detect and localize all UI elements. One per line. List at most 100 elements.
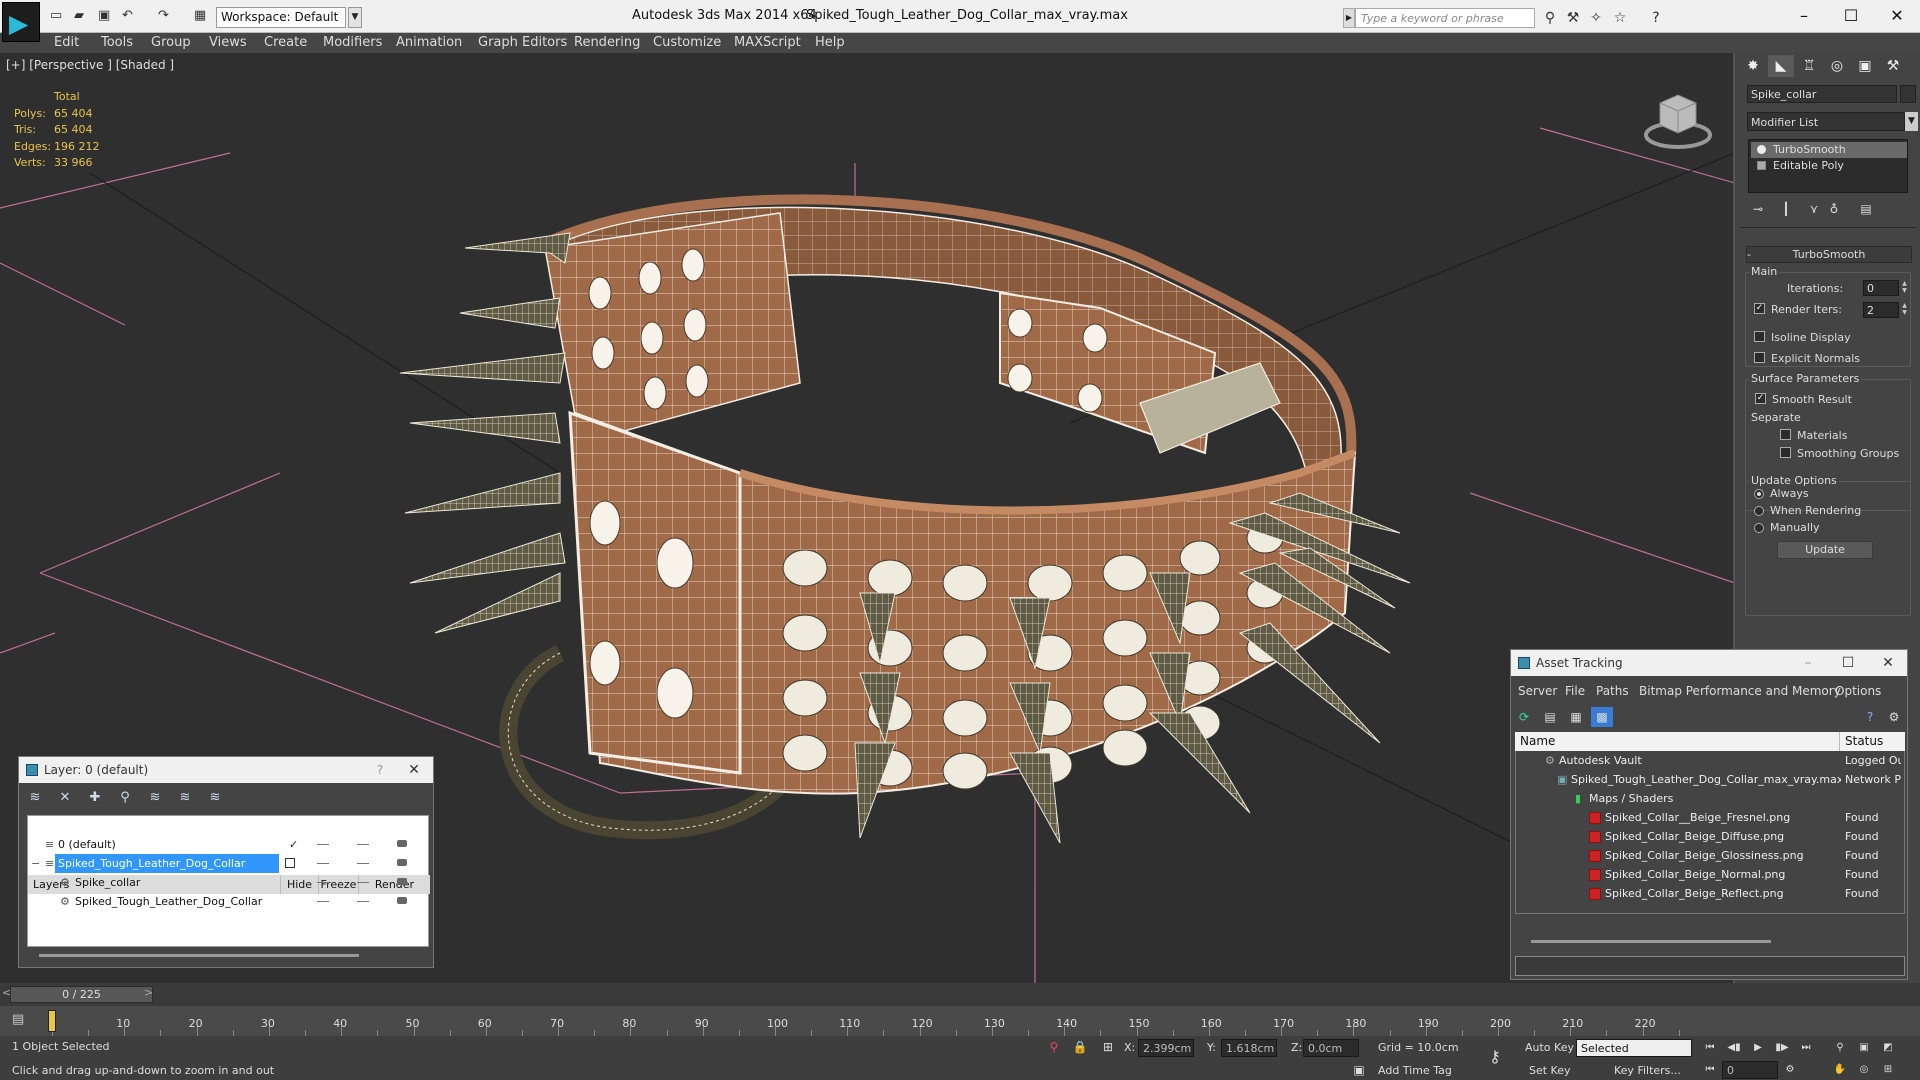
isoline-display-checkbox[interactable]	[1754, 331, 1765, 342]
asset-path-field[interactable]	[1515, 956, 1905, 976]
search-expand-icon[interactable]: ▶	[1343, 8, 1355, 28]
menu-tools[interactable]: Tools	[101, 35, 133, 50]
layer-row[interactable]: ≡ 0 (default) ✓	[27, 835, 429, 854]
lightbulb-icon[interactable]	[1757, 145, 1766, 154]
minimize-icon[interactable]: –	[1783, 2, 1825, 30]
menu-graph-editors[interactable]: Graph Editors	[478, 35, 567, 50]
at-menu-options[interactable]: Options	[1835, 684, 1881, 698]
hide-all-layers-icon[interactable]: ≋	[174, 788, 196, 808]
absolute-mode-icon[interactable]: ⊞	[1099, 1038, 1117, 1056]
layer-row[interactable]: ⚙ Spiked_Tough_Leather_Dog_Collar	[27, 892, 429, 911]
set-key-button[interactable]: Set Key	[1529, 1064, 1571, 1077]
freeze-all-layers-icon[interactable]: ≋	[204, 788, 226, 808]
turbosmooth-rollout-header[interactable]: TurboSmooth	[1746, 246, 1912, 263]
next-key-icon[interactable]: ▮▶	[1772, 1039, 1792, 1057]
undo-icon[interactable]: ↶	[122, 8, 133, 26]
utilities-tab-icon[interactable]: ⚒	[1880, 55, 1906, 77]
favorites-star-icon[interactable]: ☆	[1610, 8, 1630, 28]
key-filters-button[interactable]: Key Filters...	[1614, 1064, 1681, 1077]
go-to-end-icon[interactable]: ⏭	[1796, 1039, 1816, 1057]
update-always-radio[interactable]	[1754, 489, 1764, 499]
save-file-icon[interactable]: ▣	[98, 8, 110, 26]
track-bar[interactable]: ▤ 10 20 30 40 50 60 70 80 90 100 110 120 130 140 150 16…	[0, 1006, 1920, 1036]
render-teapot-icon[interactable]	[397, 859, 407, 866]
workspace-dropdown[interactable]: Workspace: Default	[216, 7, 346, 28]
menu-customize[interactable]: Customize	[653, 35, 721, 50]
subscription-icon[interactable]: ⚒	[1563, 8, 1583, 28]
asset-row[interactable]: Spiked_Collar_Beige_Diffuse.png Found	[1515, 827, 1900, 846]
binoculars-icon[interactable]: ⚲	[1540, 8, 1560, 28]
modifier-list-arrow-icon[interactable]: ▼	[1905, 112, 1918, 131]
app-menu-button[interactable]: ▶	[2, 2, 40, 42]
render-iters-spinner[interactable]: 2	[1863, 302, 1899, 318]
object-color-swatch[interactable]	[1900, 85, 1916, 103]
pin-stack-icon[interactable]: ⊸	[1747, 199, 1769, 219]
asset-row[interactable]: Spiked_Collar_Beige_Reflect.png Found	[1515, 884, 1900, 903]
zoom-extents-icon[interactable]: ▣	[1854, 1039, 1874, 1057]
explicit-normals-checkbox[interactable]	[1754, 352, 1765, 363]
workspace-dropdown-arrow-icon[interactable]: ▼	[348, 7, 362, 28]
pan-icon[interactable]: ✋	[1830, 1061, 1850, 1079]
display-tab-icon[interactable]: ▣	[1852, 55, 1878, 77]
modifier-list-dropdown[interactable]: Modifier List	[1747, 112, 1905, 131]
asset-row[interactable]: Spiked_Collar_Beige_Glossiness.png Found	[1515, 846, 1900, 865]
y-coordinate-field[interactable]: 1.618cm	[1221, 1039, 1277, 1057]
layer-dialog-close-icon[interactable]: ✕	[399, 757, 429, 783]
add-time-tag[interactable]: Add Time Tag	[1378, 1064, 1452, 1077]
key-mode-icon[interactable]: ⏮	[1700, 1061, 1720, 1079]
previous-key-icon[interactable]: ◀▮	[1724, 1039, 1744, 1057]
help-icon[interactable]: ?	[1646, 8, 1666, 28]
at-menu-bitmap-performance[interactable]: Bitmap Performance and Memory	[1639, 684, 1841, 698]
hierarchy-tab-icon[interactable]: ♖	[1796, 55, 1822, 77]
asset-row[interactable]: ▮ Maps / Shaders	[1515, 789, 1900, 808]
menu-views[interactable]: Views	[209, 35, 247, 50]
list-view-icon[interactable]: ▤	[1539, 707, 1561, 727]
layer-dialog-help-icon[interactable]: ?	[365, 757, 395, 783]
zoom-icon[interactable]: ⚲	[1830, 1039, 1850, 1057]
time-tag-icon[interactable]: ▣	[1350, 1061, 1368, 1079]
table-view-icon[interactable]: ▦	[1565, 707, 1587, 727]
configure-modifier-sets-icon[interactable]: ▤	[1855, 199, 1877, 219]
field-of-view-icon[interactable]: ◩	[1878, 1039, 1898, 1057]
remove-modifier-icon[interactable]: ♁	[1823, 199, 1845, 219]
at-menu-file[interactable]: File	[1565, 684, 1585, 698]
go-to-start-icon[interactable]: ⏮	[1700, 1039, 1720, 1057]
menu-maxscript[interactable]: MAXScript	[734, 35, 801, 50]
menu-animation[interactable]: Animation	[396, 35, 462, 50]
asset-row[interactable]: Spiked_Collar__Beige_Fresnel.png Found	[1515, 808, 1900, 827]
layer-row[interactable]: − ≡ Spiked_Tough_Leather_Dog_Collar	[27, 854, 429, 873]
menu-group[interactable]: Group	[151, 35, 191, 50]
set-current-layer-box[interactable]	[285, 858, 295, 868]
iterations-spinner[interactable]: 0	[1863, 280, 1899, 296]
orbit-icon[interactable]: ◎	[1854, 1061, 1874, 1079]
time-slider[interactable]: 0 / 225	[10, 986, 153, 1003]
close-icon[interactable]: ✕	[1876, 2, 1918, 30]
play-icon[interactable]: ▶	[1748, 1039, 1768, 1057]
menu-modifiers[interactable]: Modifiers	[323, 35, 382, 50]
at-menu-paths[interactable]: Paths	[1596, 684, 1629, 698]
time-marker[interactable]	[48, 1010, 56, 1032]
status-column-header[interactable]: Status	[1839, 732, 1905, 751]
materials-checkbox[interactable]	[1780, 429, 1791, 440]
settings-icon[interactable]: ⚙	[1883, 707, 1905, 727]
refresh-icon[interactable]: ⟳	[1513, 707, 1535, 727]
new-file-icon[interactable]: ▭	[50, 8, 62, 26]
delete-layer-icon[interactable]: ✕	[54, 788, 76, 808]
asset-tracking-minimize-icon[interactable]: –	[1793, 650, 1823, 676]
menu-help[interactable]: Help	[815, 35, 845, 50]
stack-item-editable-poly[interactable]: Editable Poly	[1751, 158, 1907, 174]
current-frame-field[interactable]: 0	[1722, 1061, 1778, 1079]
isolate-selection-icon[interactable]: ⚲	[1045, 1038, 1063, 1056]
asset-tracking-close-icon[interactable]: ✕	[1873, 650, 1903, 676]
viewcube-icon[interactable]	[1638, 83, 1718, 153]
maximize-viewport-icon[interactable]: ⊞	[1878, 1061, 1898, 1079]
render-iters-spinner-arrows-icon[interactable]: ▲ ▼	[1900, 302, 1909, 318]
layer-row[interactable]: ⚙ Spike_collar	[27, 873, 429, 892]
iterations-spinner-arrows-icon[interactable]: ▲ ▼	[1900, 280, 1909, 296]
highlight-layer-icon[interactable]: ≋	[144, 788, 166, 808]
motion-tab-icon[interactable]: ◎	[1824, 55, 1850, 77]
update-button[interactable]: Update	[1777, 541, 1873, 559]
project-folder-icon[interactable]: ▦	[194, 8, 206, 26]
maximize-icon[interactable]: ☐	[1830, 2, 1872, 30]
tree-view-icon[interactable]: ▩	[1591, 707, 1613, 727]
